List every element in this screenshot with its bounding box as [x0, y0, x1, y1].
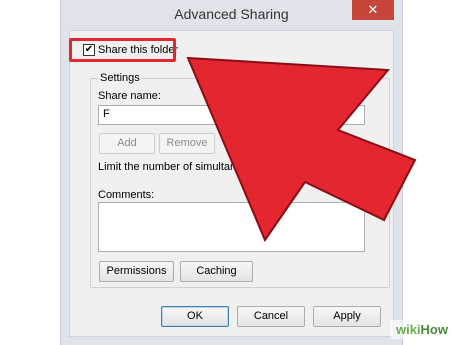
share-name-value: F — [103, 108, 110, 120]
cancel-button[interactable]: Cancel — [237, 306, 305, 327]
settings-legend: Settings — [98, 72, 142, 84]
settings-groupbox: Settings Share name: F Add Remove Limit … — [90, 72, 390, 288]
share-folder-highlight-box — [69, 38, 176, 62]
permissions-button[interactable]: Permissions — [99, 261, 174, 282]
caching-button[interactable]: Caching — [180, 261, 253, 282]
spinner-down-icon[interactable]: ▼ — [350, 168, 358, 176]
wikihow-logo: wikiHow — [389, 320, 454, 339]
titlebar: Advanced Sharing ✕ — [61, 0, 402, 30]
share-name-label: Share name: — [98, 90, 161, 102]
wikihow-logo-part2: How — [420, 322, 448, 337]
comments-textarea[interactable] — [98, 202, 365, 252]
ok-button[interactable]: OK — [161, 306, 229, 327]
share-name-input[interactable]: F — [98, 105, 365, 125]
add-button[interactable]: Add — [99, 133, 155, 154]
apply-button[interactable]: Apply — [313, 306, 381, 327]
spinner-up-icon[interactable]: ▲ — [350, 160, 358, 168]
limit-users-label: Limit the number of simultaneous users — [98, 161, 290, 173]
limit-users-value[interactable]: 0 — [327, 161, 333, 173]
wikihow-logo-part1: wiki — [395, 322, 421, 337]
limit-users-spinner[interactable]: ▲ ▼ — [349, 159, 359, 177]
close-button[interactable]: ✕ — [352, 0, 394, 20]
dialog-client-area: ✔ Share this folder Settings Share name:… — [69, 30, 394, 337]
close-icon: ✕ — [367, 2, 379, 17]
screenshot-stage: Advanced Sharing ✕ ✔ Share this folder S… — [0, 0, 460, 345]
window-title: Advanced Sharing — [174, 6, 289, 22]
comments-label: Comments: — [98, 189, 155, 201]
remove-button[interactable]: Remove — [159, 133, 215, 154]
